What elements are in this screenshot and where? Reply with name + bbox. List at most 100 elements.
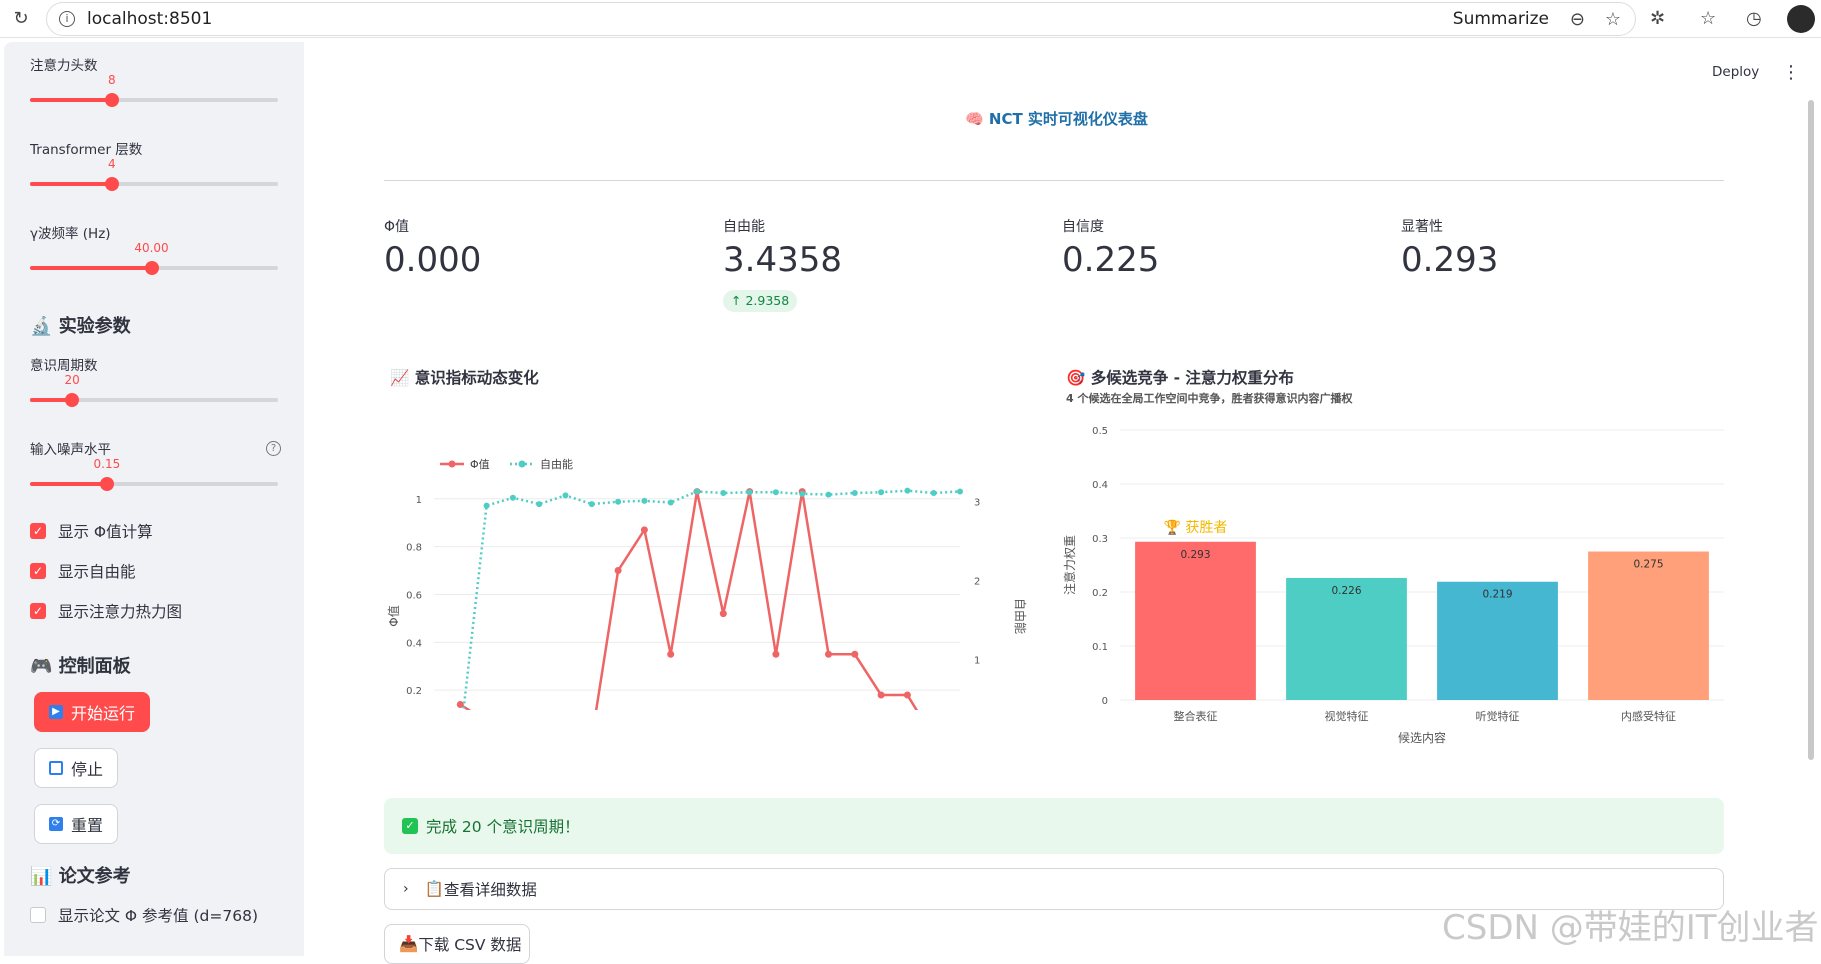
data-point — [536, 501, 543, 508]
data-point — [667, 650, 675, 658]
data-point — [615, 498, 622, 505]
start-button[interactable]: ▶ 开始运行 — [34, 692, 151, 732]
check-icon[interactable]: ✓ — [30, 563, 46, 579]
slider-handle[interactable] — [65, 393, 80, 407]
divider — [384, 180, 1724, 181]
slider-value: 20 — [64, 373, 80, 387]
play-icon: ▶ — [49, 705, 63, 719]
sidebar: 注意力头数 8 Transformer 层数 4 γ波频率 (Hz) 40.00… — [4, 42, 304, 956]
y-tick-label: 1 — [416, 495, 422, 506]
y-tick-label: 0.3 — [1092, 534, 1108, 545]
slider-noise[interactable]: 0.15 — [30, 457, 278, 491]
x-axis-label: 候选内容 — [1398, 730, 1446, 745]
zoom-out-icon[interactable]: ⊖ — [1570, 9, 1585, 30]
y-tick-label: 0.6 — [406, 590, 422, 601]
address-bar[interactable]: i localhost:8501 Summarize ⊖ ☆ — [46, 2, 1636, 36]
reload-icon[interactable]: ↻ — [10, 8, 32, 30]
scrollbar[interactable] — [1808, 100, 1814, 760]
metric-label-salience: 显著性 — [1401, 219, 1443, 235]
legend-label: Φ值 — [470, 458, 490, 471]
slider-label-gamma: γ波频率 (Hz) — [30, 226, 111, 242]
legend-marker — [518, 460, 526, 468]
checkbox-free-energy[interactable]: ✓ 显示自由能 — [30, 560, 136, 582]
y-axis-label: Φ值 — [386, 605, 401, 626]
data-point — [746, 489, 753, 496]
checkbox-label: 显示 Φ值计算 — [58, 523, 153, 541]
y-tick-label: 0.2 — [406, 686, 422, 697]
legend-marker — [448, 460, 456, 468]
info-icon[interactable]: i — [59, 11, 75, 27]
check-icon[interactable]: ✓ — [30, 603, 46, 619]
slider-value: 8 — [108, 73, 116, 87]
reset-button[interactable]: ⟳ 重置 — [34, 804, 119, 844]
data-point — [509, 494, 516, 501]
checkbox-empty-icon[interactable] — [30, 907, 46, 923]
metric-label-free-energy: 自由能 — [723, 219, 765, 235]
slider-layers[interactable]: 4 — [30, 157, 278, 191]
checkbox-label: 显示自由能 — [58, 563, 136, 581]
checkbox-heatmap[interactable]: ✓ 显示注意力热力图 — [30, 600, 182, 622]
metric-value-phi: 0.000 — [384, 240, 482, 280]
stop-button-label: 停止 — [71, 760, 104, 779]
series-line — [462, 489, 961, 710]
slider-handle[interactable] — [104, 177, 119, 191]
data-point — [694, 488, 700, 495]
slider-gamma[interactable]: 40.00 — [30, 241, 278, 275]
arrow-up-icon: ↑ — [731, 293, 746, 308]
slider-value: 4 — [108, 157, 116, 171]
bar-chart-subtitle: 4 个候选在全局工作空间中竞争，胜者获得意识内容广播权 — [1066, 392, 1353, 405]
y-tick-label: 0.8 — [406, 543, 422, 554]
data-point — [825, 491, 832, 498]
deploy-button[interactable]: Deploy — [1712, 64, 1759, 80]
x-tick-label: 视觉特征 — [1325, 709, 1369, 723]
download-csv-button[interactable]: 📥 下载 CSV 数据 — [384, 924, 530, 964]
target-icon: 🎯 — [1066, 369, 1091, 387]
slider-handle[interactable] — [104, 93, 119, 107]
summarize-button[interactable]: Summarize — [1453, 9, 1549, 29]
bar-chart-icon: 📊 — [30, 866, 59, 887]
y2-tick-label: 3 — [974, 498, 980, 509]
y2-axis-label: 自由能 — [1013, 598, 1027, 634]
slider-handle[interactable] — [99, 477, 114, 491]
data-point — [903, 691, 911, 699]
data-point — [483, 502, 490, 509]
bar-chart[interactable]: 0 0.1 0.2 0.3 0.4 0.5 0.293 整合表征 0.226 视觉特征 0.219 听… — [1060, 410, 1736, 760]
stop-button[interactable]: 停止 — [34, 748, 119, 788]
stop-icon — [49, 761, 63, 775]
slider-value: 0.15 — [93, 457, 121, 471]
extensions-icon[interactable]: ✲ — [1650, 8, 1665, 29]
bar-value-label: 0.219 — [1482, 589, 1512, 601]
checkbox-paper-reference[interactable]: 显示论文 Φ 参考值 (d=768) — [30, 904, 258, 926]
details-expander-label: 查看详细数据 — [443, 881, 537, 899]
slider-label-cycles: 意识周期数 — [30, 358, 98, 374]
y-tick-label: 0.2 — [1092, 588, 1108, 599]
slider-heads[interactable]: 8 — [30, 73, 278, 107]
line-chart[interactable]: 00.20.40.60.8112305101520周期Φ值自由能Φ值自由能 — [384, 400, 1044, 710]
check-icon[interactable]: ✓ — [30, 523, 46, 539]
check-icon: ✓ — [402, 818, 418, 834]
history-icon[interactable]: ◷ — [1746, 8, 1762, 29]
main-menu-icon[interactable]: ⋮ — [1782, 62, 1800, 83]
metric-delta-value: 2.9358 — [745, 293, 790, 308]
data-point — [878, 489, 885, 496]
section-paper-label: 论文参考 — [58, 866, 131, 887]
profile-avatar[interactable] — [1787, 5, 1815, 33]
watermark: CSDN @带娃的IT创业者 — [1442, 908, 1819, 948]
checkbox-phi[interactable]: ✓ 显示 Φ值计算 — [30, 520, 153, 542]
section-control-label: 控制面板 — [58, 656, 131, 677]
metric-value-free-energy: 3.4358 — [723, 240, 842, 280]
slider-cycles[interactable]: 20 — [30, 373, 278, 407]
series-line — [459, 491, 919, 710]
help-icon[interactable]: ? — [266, 441, 281, 456]
url-text[interactable]: localhost:8501 — [87, 9, 212, 29]
metric-value-confidence: 0.225 — [1062, 240, 1160, 280]
star-icon[interactable]: ☆ — [1605, 9, 1621, 30]
chevron-right-icon[interactable]: › — [403, 881, 409, 897]
data-point — [667, 499, 674, 506]
x-tick-label: 整合表征 — [1174, 709, 1218, 723]
data-point — [904, 487, 911, 494]
slider-handle[interactable] — [144, 261, 159, 275]
favorites-icon[interactable]: ☆ — [1700, 8, 1716, 29]
line-chart-title-text: 意识指标动态变化 — [414, 369, 539, 387]
x-tick-label: 听觉特征 — [1476, 709, 1520, 723]
